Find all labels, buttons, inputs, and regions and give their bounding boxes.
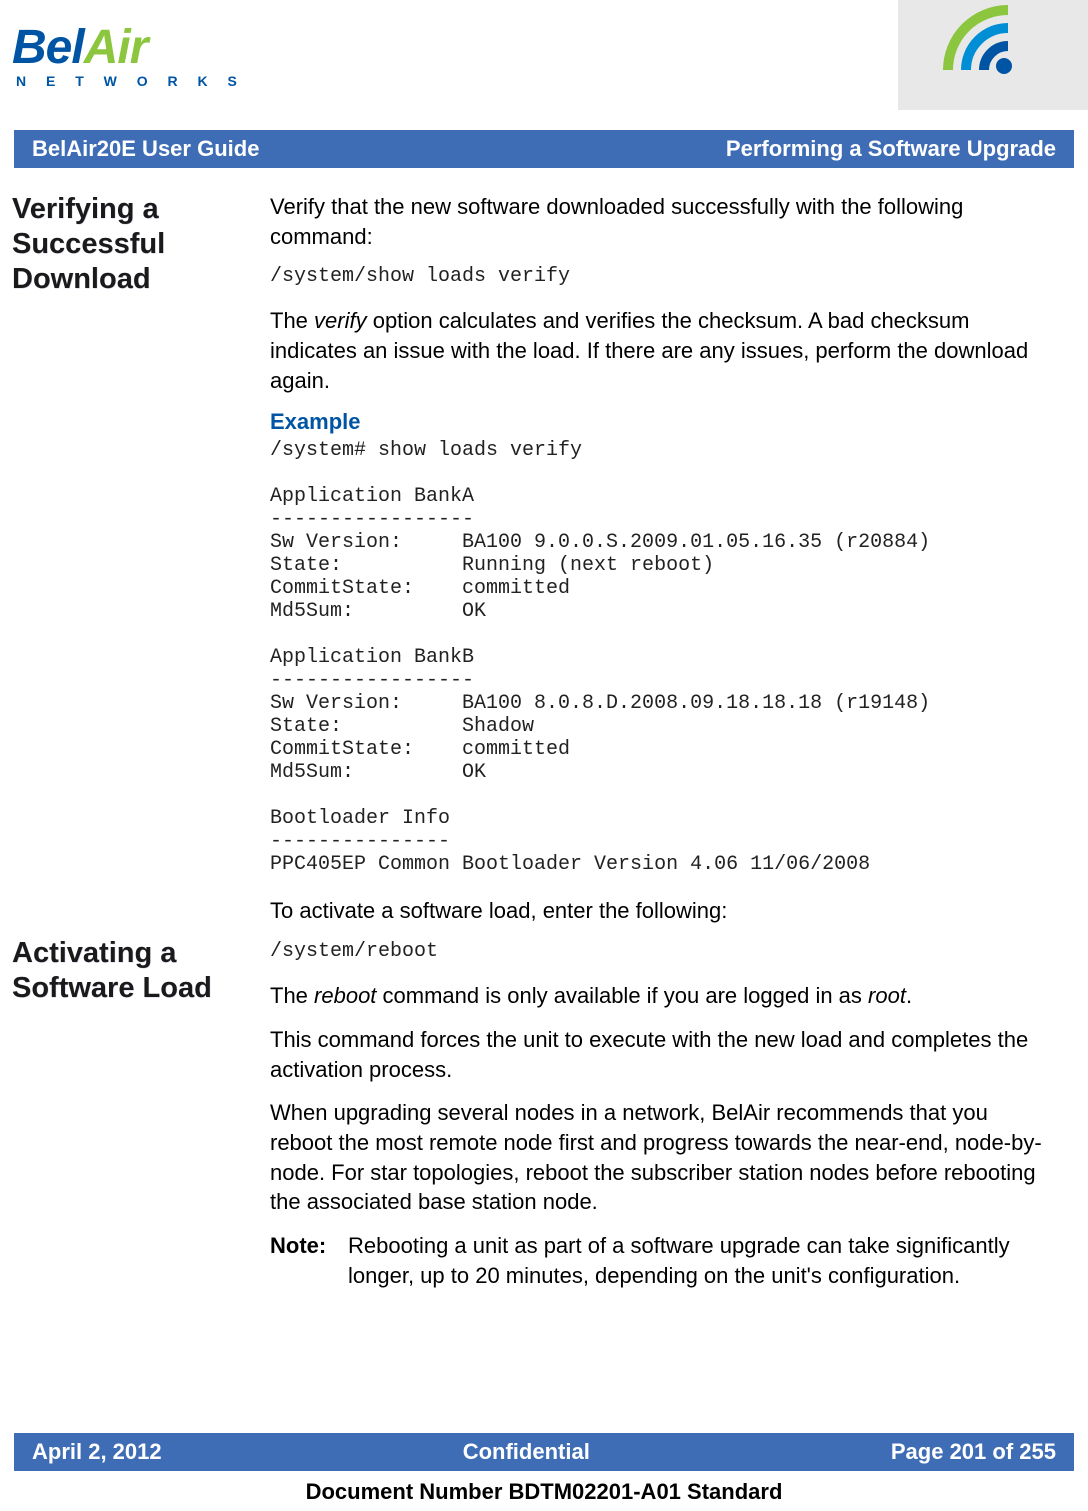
note: Note: Rebooting a unit as part of a soft…: [270, 1231, 1048, 1290]
activate-command: /system/reboot: [270, 940, 1048, 963]
wireless-icon: [898, 0, 1088, 110]
activate-intro: To activate a software load, enter the f…: [270, 896, 1048, 926]
page-header: BelAir N E T W O R K S: [0, 0, 1088, 130]
title-bar: BelAir20E User Guide Performing a Softwa…: [14, 130, 1074, 168]
activate-p2: This command forces the unit to execute …: [270, 1025, 1048, 1084]
verify-command: /system/show loads verify: [270, 265, 1048, 288]
root-keyword: root: [868, 983, 906, 1008]
logo: BelAir N E T W O R K S: [12, 20, 245, 89]
footer-confidential: Confidential: [463, 1439, 590, 1465]
example-output: /system# show loads verify Application B…: [270, 439, 1048, 876]
verify-intro: Verify that the new software downloaded …: [270, 192, 1048, 251]
heading-activating: Activating a Software Load: [12, 936, 250, 1006]
note-label: Note:: [270, 1231, 348, 1290]
footer-page: Page 201 of 255: [891, 1439, 1056, 1465]
section-activating: To activate a software load, enter the f…: [270, 896, 1048, 1290]
section-verifying: Verify that the new software downloaded …: [270, 192, 1048, 876]
logo-subtext: N E T W O R K S: [16, 73, 245, 89]
document-number: Document Number BDTM02201-A01 Standard: [0, 1479, 1088, 1505]
title-bar-left: BelAir20E User Guide: [32, 136, 259, 162]
activate-p1: The reboot command is only available if …: [270, 981, 1048, 1011]
example-label: Example: [270, 409, 1048, 435]
verify-keyword: verify: [314, 308, 367, 333]
heading-verifying: Verifying a Successful Download: [12, 192, 250, 296]
note-text: Rebooting a unit as part of a software u…: [348, 1231, 1048, 1290]
activate-p3: When upgrading several nodes in a networ…: [270, 1098, 1048, 1217]
logo-air: Air: [84, 21, 148, 74]
reboot-keyword: reboot: [314, 983, 376, 1008]
verify-explain: The verify option calculates and verifie…: [270, 306, 1048, 395]
footer-date: April 2, 2012: [32, 1439, 162, 1465]
footer-bar: April 2, 2012 Confidential Page 201 of 2…: [14, 1433, 1074, 1471]
logo-bel: Bel: [12, 21, 84, 74]
title-bar-right: Performing a Software Upgrade: [726, 136, 1056, 162]
